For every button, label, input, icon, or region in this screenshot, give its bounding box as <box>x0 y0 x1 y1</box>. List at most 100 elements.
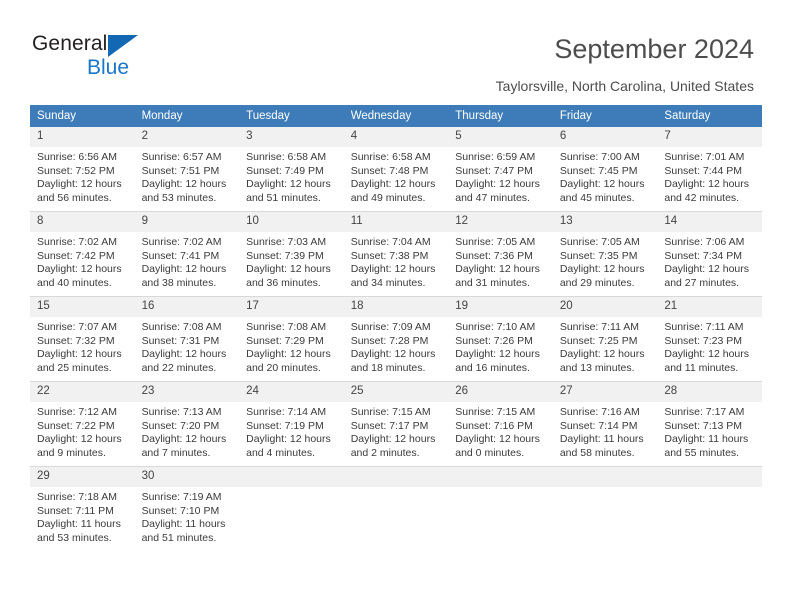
calendar-day-cell[interactable]: 3 Sunrise: 6:58 AM Sunset: 7:49 PM Daylight… <box>239 127 344 212</box>
daylight-text-line1: Daylight: 12 hours <box>246 178 331 191</box>
sunset-text: Sunset: 7:28 PM <box>350 334 429 347</box>
daylight-text-line2: and 53 minutes. <box>37 531 112 544</box>
day-details: Sunrise: 7:05 AM Sunset: 7:35 PM Daylight:… <box>553 232 658 290</box>
day-number <box>343 467 449 487</box>
daylight-text-line2: and 11 minutes. <box>664 361 739 374</box>
calendar-table: Sunday Monday Tuesday Wednesday Thursday… <box>30 105 762 551</box>
calendar-day-cell[interactable]: 12 Sunrise: 7:05 AM Sunset: 7:36 PM Dayligh… <box>448 211 553 297</box>
daylight-text-line2: and 20 minutes. <box>246 361 321 374</box>
calendar-day-cell[interactable]: 19 Sunrise: 7:10 AM Sunset: 7:26 PM Dayligh… <box>448 296 553 382</box>
day-details: Sunrise: 7:08 AM Sunset: 7:29 PM Daylight:… <box>239 317 344 375</box>
daylight-text-line2: and 18 minutes. <box>350 361 426 374</box>
daylight-text-line2: and 13 minutes. <box>559 361 635 374</box>
calendar-day-cell[interactable]: 22 Sunrise: 7:12 AM Sunset: 7:22 PM Dayligh… <box>30 381 135 467</box>
page-title: September 2024 <box>554 34 754 64</box>
daylight-text-line1: Daylight: 12 hours <box>559 348 645 361</box>
calendar-day-cell[interactable]: 25 Sunrise: 7:15 AM Sunset: 7:17 PM Dayligh… <box>343 381 449 467</box>
day-number: 18 <box>343 297 449 317</box>
calendar-week-row: 1 Sunrise: 6:56 AM Sunset: 7:52 PM Daylight… <box>30 127 762 212</box>
logo-text-general: General <box>32 32 108 55</box>
day-number <box>657 467 762 487</box>
calendar-day-cell[interactable]: 18 Sunrise: 7:09 AM Sunset: 7:28 PM Dayligh… <box>343 296 449 382</box>
calendar-day-cell[interactable]: 5 Sunrise: 6:59 AM Sunset: 7:47 PM Daylight… <box>448 127 553 212</box>
daylight-text-line2: and 45 minutes. <box>559 191 635 204</box>
sunrise-text: Sunrise: 7:08 AM <box>246 321 327 333</box>
sunrise-text: Sunrise: 7:02 AM <box>141 236 222 248</box>
sunset-text: Sunset: 7:23 PM <box>664 334 743 347</box>
daylight-text-line2: and 9 minutes. <box>37 446 106 459</box>
calendar-day-cell[interactable]: 16 Sunrise: 7:08 AM Sunset: 7:31 PM Dayligh… <box>134 296 240 382</box>
day-number <box>448 467 553 487</box>
daylight-text-line1: Daylight: 12 hours <box>455 433 540 446</box>
day-number: 6 <box>552 127 658 147</box>
weekday-header-friday: Friday <box>552 105 658 127</box>
general-blue-logo[interactable]: General Blue <box>32 32 252 86</box>
calendar-day-cell[interactable]: 17 Sunrise: 7:08 AM Sunset: 7:29 PM Dayligh… <box>239 296 344 382</box>
daylight-text-line1: Daylight: 12 hours <box>350 348 436 361</box>
sunset-text: Sunset: 7:44 PM <box>664 164 743 177</box>
day-details: Sunrise: 7:18 AM Sunset: 7:11 PM Daylight:… <box>30 487 135 545</box>
daylight-text-line1: Daylight: 12 hours <box>141 178 227 191</box>
calendar-day-cell-empty <box>343 466 449 551</box>
day-details: Sunrise: 7:02 AM Sunset: 7:41 PM Daylight:… <box>135 232 240 290</box>
calendar-day-cell[interactable]: 1 Sunrise: 6:56 AM Sunset: 7:52 PM Daylight… <box>30 127 135 212</box>
logo-text-blue: Blue <box>87 56 130 79</box>
calendar-week-row: 8 Sunrise: 7:02 AM Sunset: 7:42 PM Daylight… <box>30 211 762 297</box>
daylight-text-line1: Daylight: 12 hours <box>664 263 750 276</box>
daylight-text-line2: and 51 minutes. <box>246 191 321 204</box>
calendar-day-cell[interactable]: 9 Sunrise: 7:02 AM Sunset: 7:41 PM Daylight… <box>134 211 240 297</box>
calendar-day-cell[interactable]: 24 Sunrise: 7:14 AM Sunset: 7:19 PM Dayligh… <box>239 381 344 467</box>
daylight-text-line1: Daylight: 12 hours <box>141 348 227 361</box>
day-details <box>657 487 762 491</box>
sunrise-text: Sunrise: 7:09 AM <box>350 321 431 333</box>
day-number: 14 <box>657 212 762 232</box>
day-number: 24 <box>239 382 344 402</box>
calendar-day-cell[interactable]: 30 Sunrise: 7:19 AM Sunset: 7:10 PM Dayligh… <box>134 466 240 551</box>
sunset-text: Sunset: 7:41 PM <box>141 249 220 262</box>
sunrise-text: Sunrise: 6:58 AM <box>246 151 327 163</box>
day-details: Sunrise: 6:56 AM Sunset: 7:52 PM Daylight:… <box>30 147 135 205</box>
sunset-text: Sunset: 7:26 PM <box>455 334 533 347</box>
daylight-text-line1: Daylight: 12 hours <box>455 178 540 191</box>
calendar-day-cell[interactable]: 27 Sunrise: 7:16 AM Sunset: 7:14 PM Dayligh… <box>552 381 658 467</box>
daylight-text-line2: and 36 minutes. <box>246 276 321 289</box>
sunrise-text: Sunrise: 7:06 AM <box>664 236 745 248</box>
daylight-text-line2: and 4 minutes. <box>246 446 316 459</box>
calendar-day-cell[interactable]: 2 Sunrise: 6:57 AM Sunset: 7:51 PM Daylight… <box>134 127 240 212</box>
calendar-day-cell[interactable]: 26 Sunrise: 7:15 AM Sunset: 7:16 PM Dayligh… <box>448 381 553 467</box>
sunset-text: Sunset: 7:14 PM <box>559 419 638 432</box>
day-number: 1 <box>30 127 135 147</box>
sunrise-text: Sunrise: 7:11 AM <box>664 321 744 333</box>
calendar-day-cell[interactable]: 15 Sunrise: 7:07 AM Sunset: 7:32 PM Dayligh… <box>30 296 135 382</box>
calendar-day-cell[interactable]: 29 Sunrise: 7:18 AM Sunset: 7:11 PM Dayligh… <box>30 466 135 551</box>
calendar-day-cell[interactable]: 20 Sunrise: 7:11 AM Sunset: 7:25 PM Dayligh… <box>552 296 658 382</box>
calendar-day-cell[interactable]: 28 Sunrise: 7:17 AM Sunset: 7:13 PM Dayligh… <box>657 381 762 467</box>
calendar-day-cell[interactable]: 11 Sunrise: 7:04 AM Sunset: 7:38 PM Dayligh… <box>343 211 449 297</box>
calendar-day-cell[interactable]: 7 Sunrise: 7:01 AM Sunset: 7:44 PM Daylight… <box>657 127 762 212</box>
calendar-day-cell[interactable]: 21 Sunrise: 7:11 AM Sunset: 7:23 PM Dayligh… <box>657 296 762 382</box>
weekday-header-saturday: Saturday <box>657 105 762 127</box>
sunrise-text: Sunrise: 7:17 AM <box>664 406 745 418</box>
day-details <box>553 487 658 491</box>
calendar-day-cell[interactable]: 10 Sunrise: 7:03 AM Sunset: 7:39 PM Dayligh… <box>239 211 344 297</box>
sunset-text: Sunset: 7:25 PM <box>559 334 638 347</box>
day-details: Sunrise: 7:11 AM Sunset: 7:23 PM Daylight:… <box>657 317 762 375</box>
calendar-day-cell-empty <box>552 466 658 551</box>
sunrise-text: Sunrise: 7:01 AM <box>664 151 745 163</box>
daylight-text-line1: Daylight: 12 hours <box>455 263 540 276</box>
day-number <box>239 467 344 487</box>
calendar-week-row: 15 Sunrise: 7:07 AM Sunset: 7:32 PM Dayligh… <box>30 296 762 382</box>
daylight-text-line1: Daylight: 12 hours <box>559 178 645 191</box>
sunrise-text: Sunrise: 7:05 AM <box>559 236 640 248</box>
sunset-text: Sunset: 7:45 PM <box>559 164 638 177</box>
calendar-day-cell[interactable]: 13 Sunrise: 7:05 AM Sunset: 7:35 PM Dayligh… <box>552 211 658 297</box>
calendar-day-cell[interactable]: 8 Sunrise: 7:02 AM Sunset: 7:42 PM Daylight… <box>30 211 135 297</box>
daylight-text-line2: and 47 minutes. <box>455 191 530 204</box>
calendar-day-cell[interactable]: 23 Sunrise: 7:13 AM Sunset: 7:20 PM Dayligh… <box>134 381 240 467</box>
day-number: 21 <box>657 297 762 317</box>
calendar-day-cell[interactable]: 14 Sunrise: 7:06 AM Sunset: 7:34 PM Dayligh… <box>657 211 762 297</box>
day-details: Sunrise: 7:03 AM Sunset: 7:39 PM Daylight:… <box>239 232 344 290</box>
sunset-text: Sunset: 7:16 PM <box>455 419 533 432</box>
calendar-day-cell[interactable]: 4 Sunrise: 6:58 AM Sunset: 7:48 PM Daylight… <box>343 127 449 212</box>
calendar-day-cell[interactable]: 6 Sunrise: 7:00 AM Sunset: 7:45 PM Daylight… <box>552 127 658 212</box>
